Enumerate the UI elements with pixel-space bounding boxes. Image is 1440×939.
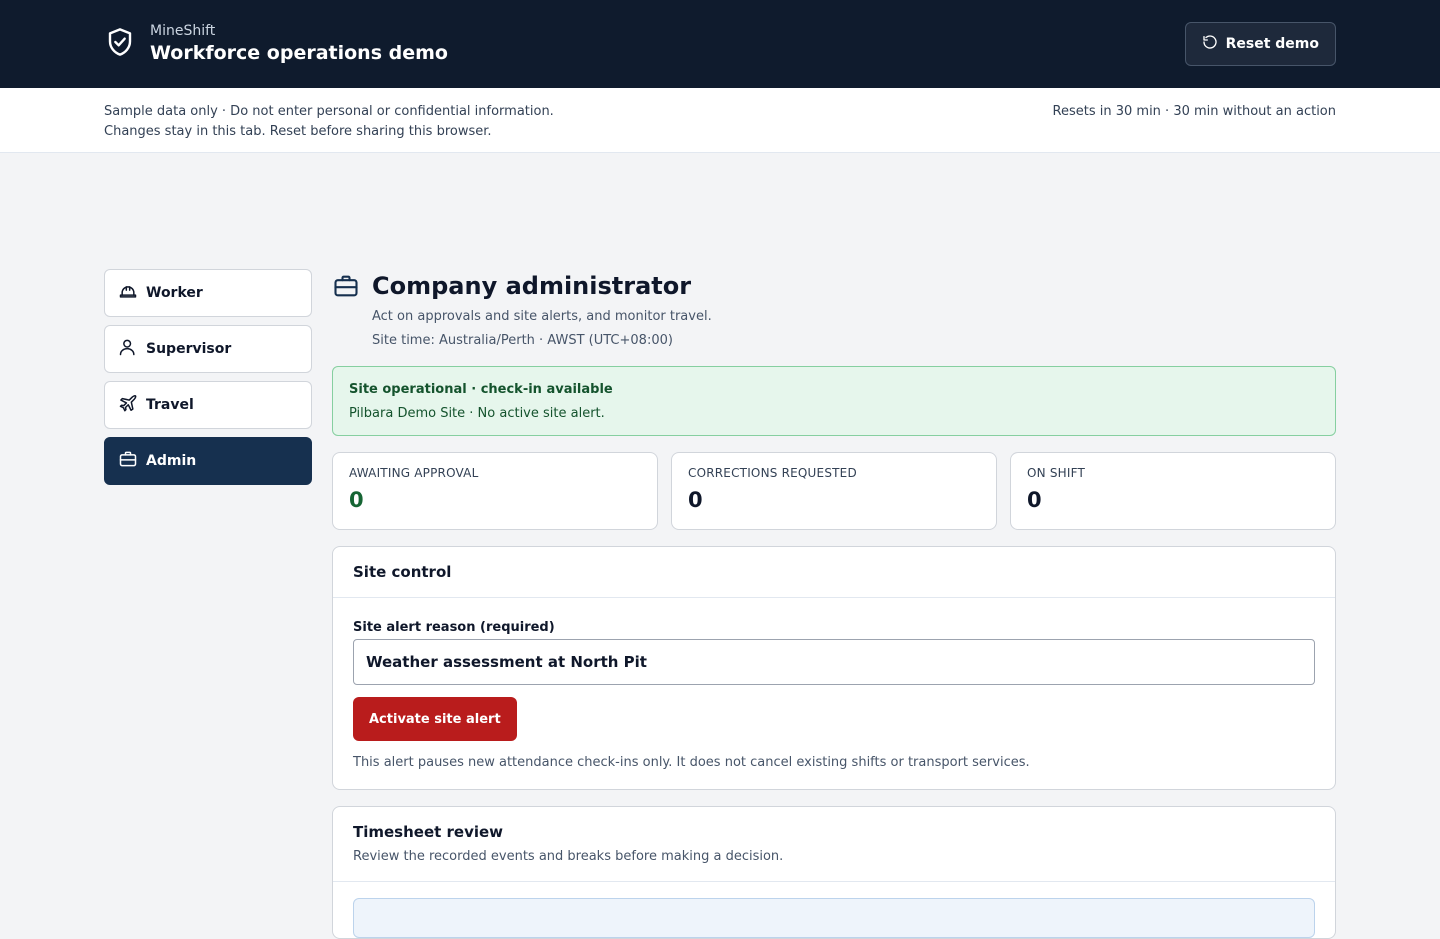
site-status-title: Site operational · check-in available xyxy=(349,382,613,397)
brand: MineShift Workforce operations demo xyxy=(104,22,448,66)
stat-awaiting-approval: AWAITING APPROVAL 0 xyxy=(332,452,658,530)
site-control-card: Site control Site alert reason (required… xyxy=(332,546,1336,790)
notice-line-2: Changes stay in this tab. Reset before s… xyxy=(104,124,492,139)
timesheet-review-subtitle: Review the recorded events and breaks be… xyxy=(353,849,784,864)
briefcase-icon xyxy=(118,449,138,473)
activate-site-alert-button[interactable]: Activate site alert xyxy=(353,697,517,741)
reset-timer: Resets in 30 min · 30 min without an act… xyxy=(1052,104,1336,119)
site-status-banner: Site operational · check-in available Pi… xyxy=(332,366,1336,436)
sidebar-item-travel[interactable]: Travel xyxy=(104,381,312,429)
stat-value: 0 xyxy=(1027,488,1042,512)
briefcase-icon xyxy=(332,269,360,353)
user-icon xyxy=(118,337,138,361)
stat-corrections-requested: CORRECTIONS REQUESTED 0 xyxy=(671,452,997,530)
page-title: Company administrator xyxy=(372,272,692,300)
page-header: Company administrator Act on approvals a… xyxy=(332,269,1336,353)
stats-row: AWAITING APPROVAL 0 CORRECTIONS REQUESTE… xyxy=(332,452,1336,530)
timesheet-review-card: Timesheet review Review the recorded eve… xyxy=(332,806,1336,939)
stat-on-shift: ON SHIFT 0 xyxy=(1010,452,1336,530)
sidebar-item-label: Travel xyxy=(146,397,194,413)
sidebar-item-label: Admin xyxy=(146,453,197,469)
site-alert-reason-label: Site alert reason (required) xyxy=(353,620,555,635)
stat-label: ON SHIFT xyxy=(1027,466,1086,480)
main-content: Company administrator Act on approvals a… xyxy=(332,269,1336,939)
notice-line-1: Sample data only · Do not enter personal… xyxy=(104,104,554,119)
rotate-ccw-icon xyxy=(1202,34,1218,54)
site-alert-reason-input[interactable] xyxy=(353,639,1315,685)
app-title: Workforce operations demo xyxy=(150,42,448,64)
shield-check-icon xyxy=(104,26,136,62)
plane-icon xyxy=(118,393,138,417)
top-bar: MineShift Workforce operations demo Rese… xyxy=(0,0,1440,88)
site-time: Site time: Australia/Perth · AWST (UTC+0… xyxy=(372,333,673,348)
sidebar-item-admin[interactable]: Admin xyxy=(104,437,312,485)
sidebar-item-label: Worker xyxy=(146,285,203,301)
sidebar-item-worker[interactable]: Worker xyxy=(104,269,312,317)
stat-value: 0 xyxy=(688,488,703,512)
site-status-text: Pilbara Demo Site · No active site alert… xyxy=(349,406,605,421)
page-description: Act on approvals and site alerts, and mo… xyxy=(372,309,712,324)
brand-name: MineShift xyxy=(150,23,216,39)
role-nav: Worker Supervisor Travel Admin xyxy=(104,269,312,939)
timesheet-info-box xyxy=(353,898,1315,938)
sidebar-item-label: Supervisor xyxy=(146,341,232,357)
reset-demo-label: Reset demo xyxy=(1225,36,1319,52)
stat-label: AWAITING APPROVAL xyxy=(349,466,479,480)
stat-value: 0 xyxy=(349,488,364,512)
site-control-title: Site control xyxy=(353,563,452,581)
hard-hat-icon xyxy=(118,281,138,305)
demo-notice: Sample data only · Do not enter personal… xyxy=(0,88,1440,153)
site-alert-hint: This alert pauses new attendance check-i… xyxy=(353,755,1030,770)
reset-demo-button[interactable]: Reset demo xyxy=(1184,22,1336,66)
stat-label: CORRECTIONS REQUESTED xyxy=(688,466,857,480)
timesheet-review-title: Timesheet review xyxy=(353,823,504,841)
sidebar-item-supervisor[interactable]: Supervisor xyxy=(104,325,312,373)
